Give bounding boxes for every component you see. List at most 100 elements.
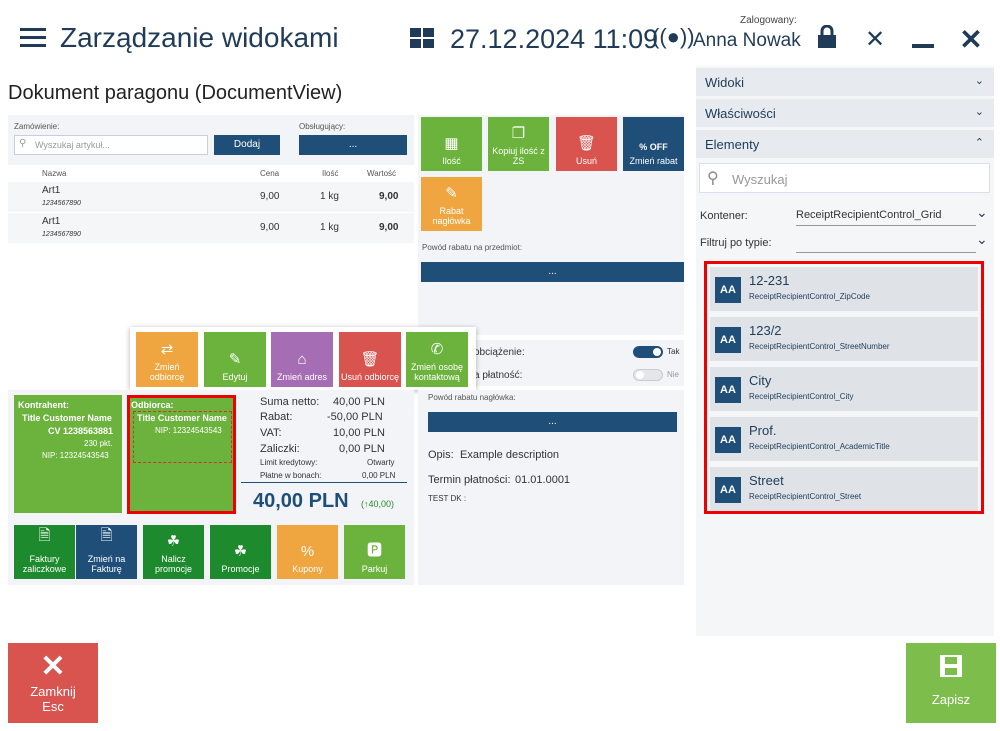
dashboard-icon[interactable]	[410, 28, 434, 48]
credit-label: Limit kredytowy:	[260, 458, 318, 467]
credit-value: Otwarty	[367, 458, 395, 467]
coupons-tile[interactable]: % Kupony	[277, 525, 338, 579]
row-name: Art1	[42, 185, 61, 196]
filter-select[interactable]	[796, 233, 976, 253]
park-tile[interactable]: 🅿 Parkuj	[344, 525, 405, 579]
promotions-tile[interactable]: ☘ Promocje	[210, 525, 271, 579]
grid-icon: ▦	[444, 135, 459, 152]
toggle1-label: obciążenie:	[474, 347, 525, 358]
chevron-down-icon: ⌄	[974, 75, 984, 87]
elements-section[interactable]: Elementy ⌃	[696, 130, 994, 158]
contractor-name: Title Customer Name	[22, 413, 112, 423]
element-item[interactable]: AA 123/2 ReceiptRecipientControl_StreetNum…	[710, 317, 978, 361]
close-icon: ✕	[40, 650, 66, 683]
trash-icon: 🗑	[576, 135, 597, 152]
clover-icon: ☘	[233, 543, 248, 560]
net-value: 40,00 PLN	[333, 396, 385, 408]
chevron-down-icon[interactable]: ⌄	[976, 231, 988, 248]
lock-icon[interactable]	[812, 24, 842, 55]
logged-label: Zalogowany:	[740, 15, 797, 26]
text-field-icon: AA	[715, 427, 741, 453]
qty-tile[interactable]: ▦ Ilość	[421, 117, 482, 171]
element-item[interactable]: AA City ReceiptRecipientControl_City	[710, 367, 978, 411]
datetime: 27.12.2024 11:09	[450, 24, 659, 54]
properties-section[interactable]: Właściwości ⌄	[696, 99, 994, 127]
toggle-off[interactable]	[633, 369, 663, 381]
col-value: Wartość	[367, 169, 397, 178]
contractor-label: Kontrahent:	[18, 400, 69, 410]
signal-icon: ((●))	[652, 24, 695, 49]
apply-promotions-tile[interactable]: ☘ Nalicz promocje	[143, 525, 204, 579]
copy-qty-tile[interactable]: ❐ Kopiuj ilość z ZS	[488, 117, 549, 171]
recipient-name: Title Customer Name	[137, 413, 227, 423]
close-icon[interactable]: ✕	[956, 25, 986, 55]
document-icon: 🗎	[38, 527, 51, 544]
col-qty: Ilość	[322, 169, 339, 178]
document-icon: 🗎	[100, 527, 113, 544]
header-discount-select[interactable]: ...	[428, 412, 677, 432]
text-field-icon: AA	[715, 327, 741, 353]
edit-tile[interactable]: ✎ Edytuj	[204, 332, 266, 387]
text-field-icon: AA	[715, 477, 741, 503]
row-value: 9,00	[379, 222, 399, 233]
summary-divider	[241, 482, 407, 483]
advance-invoices-tile[interactable]: 🗎 Faktury zaliczkowe	[14, 525, 75, 579]
row-name: Art1	[42, 216, 61, 227]
tools-icon[interactable]: ✕	[860, 25, 890, 55]
chevron-down-icon[interactable]: ⌄	[976, 204, 988, 221]
order-label: Zamówienie:	[14, 122, 60, 131]
change-contact-tile[interactable]: ✆ Zmień osobę kontaktową	[406, 332, 468, 387]
save-button[interactable]: Zapisz	[906, 643, 996, 723]
table-row[interactable]	[8, 182, 414, 212]
advances-label: Zaliczki:	[260, 443, 300, 455]
filter-label: Filtruj po typie:	[700, 237, 772, 249]
contractor-points: 230 pkt.	[84, 439, 113, 448]
element-item[interactable]: AA Prof. ReceiptRecipientControl_AcademicT…	[710, 417, 978, 461]
chevron-down-icon: ⌄	[974, 106, 984, 118]
contractor-cv: CV 1238563881	[48, 426, 114, 436]
remove-recipient-tile[interactable]: 🗑 Usuń odbiorcę	[339, 332, 401, 387]
close-button[interactable]: ✕ Zamknij Esc	[8, 643, 98, 723]
minimize-icon[interactable]	[912, 44, 934, 48]
article-search-input[interactable]: Wyszukaj artykuł...	[14, 135, 208, 155]
element-item[interactable]: AA 12-231 ReceiptRecipientControl_ZipCode	[710, 267, 978, 311]
test-label: TEST DK :	[428, 494, 467, 503]
header-discount-tile[interactable]: ✎ Rabat nagłówka	[421, 177, 482, 231]
change-recipient-tile[interactable]: ⇄ Zmień odbiorcę	[136, 332, 198, 387]
menu-icon[interactable]	[20, 28, 46, 48]
item-discount-select[interactable]: ...	[421, 262, 684, 282]
served-label: Obsługujący:	[299, 122, 346, 131]
user-name: Anna Nowak	[693, 30, 801, 51]
advances-value: 0,00 PLN	[339, 443, 385, 455]
chevron-up-icon: ⌃	[974, 137, 984, 149]
add-button[interactable]: Dodaj	[214, 135, 280, 155]
row-qty: 1 kg	[320, 222, 339, 233]
desc-value: Example description	[460, 449, 560, 461]
to-invoice-tile[interactable]: 🗎 Zmień na Fakturę	[76, 525, 137, 579]
container-label: Kontener:	[700, 210, 748, 222]
copy-icon: ❐	[511, 125, 526, 142]
phone-icon: ✆	[430, 341, 444, 358]
percent-off-icon: % OFF	[639, 142, 668, 152]
element-item[interactable]: AA Street ReceiptRecipientControl_Street	[710, 467, 978, 511]
due-label: Termin płatności:	[428, 474, 511, 486]
table-row[interactable]	[8, 213, 414, 243]
delete-tile[interactable]: 🗑 Usuń	[556, 117, 617, 171]
due-value: 01.01.0001	[515, 474, 571, 486]
header-discount-label: Powód rabatu nagłówka:	[428, 393, 516, 402]
container-select[interactable]: ReceiptRecipientControl_Grid	[796, 206, 976, 226]
change-discount-tile[interactable]: % OFF Zmień rabat	[623, 117, 684, 171]
discount-value: -50,00 PLN	[327, 411, 383, 423]
home-icon: ⌂	[297, 351, 307, 368]
row-price: 9,00	[260, 222, 280, 233]
text-field-icon: AA	[715, 277, 741, 303]
search-placeholder: Wyszukaj	[732, 172, 788, 187]
change-address-tile[interactable]: ⌂ Zmień adres	[271, 332, 333, 387]
served-select[interactable]: ...	[299, 135, 407, 155]
row-qty: 1 kg	[320, 191, 339, 202]
contractor-nip: NIP: 12324543543	[42, 451, 109, 460]
row-code: 1234567890	[42, 200, 81, 207]
views-section[interactable]: Widoki ⌄	[696, 68, 994, 96]
discount-label: Rabat:	[260, 411, 293, 423]
toggle-on[interactable]	[633, 346, 663, 358]
